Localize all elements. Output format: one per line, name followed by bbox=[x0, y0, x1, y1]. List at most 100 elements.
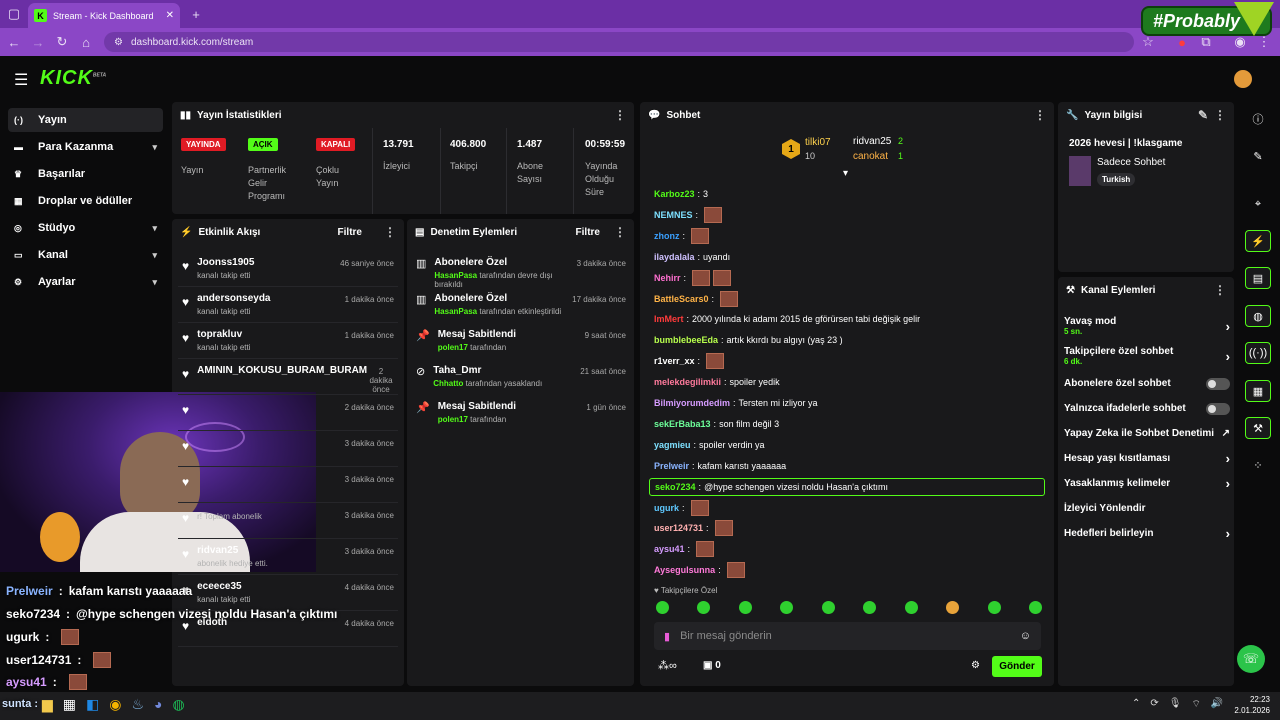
chat-message[interactable]: Karboz23: 3 bbox=[654, 185, 708, 203]
chat-message[interactable]: aysu41: bbox=[654, 540, 715, 558]
chevron-right-icon[interactable]: › bbox=[1226, 349, 1230, 364]
chat-username[interactable]: Karboz23 bbox=[654, 189, 695, 199]
folder-app-icon[interactable]: ▆ bbox=[42, 696, 53, 713]
channel-points-icon[interactable]: ⁂∞ bbox=[658, 659, 677, 672]
extension-red-icon[interactable]: ● bbox=[1174, 34, 1190, 50]
back-icon[interactable]: ← bbox=[6, 34, 22, 50]
tray-chevron-icon[interactable]: ⌃ bbox=[1132, 698, 1140, 711]
activity-row[interactable]: ♥ toprakluv kanalı takip etti 1 dakika ö… bbox=[178, 323, 398, 359]
chat-message[interactable]: Prelweir: kafam karıstı yaaaaaa bbox=[654, 457, 786, 475]
moderation-row[interactable]: 📌 Mesaj Sabitlendi polen17 tarafından 1 … bbox=[412, 395, 630, 431]
chat-username[interactable]: sekErBaba13 bbox=[654, 419, 711, 429]
tab-list-icon[interactable]: ▢ bbox=[6, 6, 22, 22]
activity-row[interactable]: ♥ AMININ_KOKUSU_BURAM_BURAM 2 dakika önc… bbox=[178, 359, 398, 395]
sidebar-item-2[interactable]: ♛ Başarılar bbox=[8, 162, 163, 186]
chat-message[interactable]: Aysegulsunna: bbox=[654, 561, 745, 579]
activity-menu-icon[interactable]: ⋮ bbox=[384, 225, 396, 239]
channel-action-1[interactable]: Takipçilere özel sohbet 6 dk. › bbox=[1064, 342, 1230, 370]
channel-action-3[interactable]: Yalnızca ifadelerle sohbet bbox=[1064, 397, 1230, 420]
channel-action-2[interactable]: Abonelere özel sohbet bbox=[1064, 372, 1230, 395]
chevron-right-icon[interactable]: › bbox=[1226, 476, 1230, 491]
channel-action-7[interactable]: İzleyici Yönlendir bbox=[1064, 497, 1230, 520]
tag-pill[interactable]: Turkish bbox=[1097, 173, 1136, 186]
edit-pencil-icon[interactable]: ✎ bbox=[1198, 108, 1208, 122]
activity-row[interactable]: ♥ 3 dakika önce bbox=[178, 431, 398, 467]
chat-username[interactable]: Prelweir bbox=[654, 461, 689, 471]
chat-icon[interactable]: ◍ bbox=[1245, 305, 1271, 327]
sidebar-item-5[interactable]: ▭ Kanal ▾ bbox=[8, 243, 163, 267]
chat-username[interactable]: seko7234 bbox=[655, 482, 696, 492]
channel-action-0[interactable]: Yavaş mod 5 sn. › bbox=[1064, 312, 1230, 340]
browser-tab[interactable]: K Stream - Kick Dashboard ✕ bbox=[28, 3, 180, 28]
chat-message[interactable]: melekdegilimkii: spoiler yedik bbox=[654, 373, 780, 391]
moderator-name[interactable]: polen17 bbox=[438, 343, 468, 352]
chat-message[interactable]: seko7234: @hype schengen vizesi noldu Ha… bbox=[649, 477, 1045, 496]
activity-user[interactable]: andersonseyda bbox=[197, 293, 337, 304]
chat-username[interactable]: Bilmiyorumdedim bbox=[654, 398, 730, 408]
outlook-app-icon[interactable]: ◧ bbox=[86, 696, 99, 713]
reload-icon[interactable]: ↻ bbox=[54, 34, 70, 50]
chat-username[interactable]: ilaydalala bbox=[654, 252, 695, 262]
new-tab-icon[interactable]: + bbox=[188, 6, 204, 22]
tray-sync-icon[interactable]: ⟳ bbox=[1150, 698, 1158, 711]
external-link-icon[interactable]: ↗ bbox=[1222, 428, 1230, 439]
chat-username[interactable]: NEMNES bbox=[654, 210, 693, 220]
chat-username[interactable]: user124731 bbox=[654, 523, 703, 533]
chevron-right-icon[interactable]: › bbox=[1226, 451, 1230, 466]
top-gifter-1-name[interactable]: tilki07 bbox=[805, 137, 831, 148]
tab-close-icon[interactable]: ✕ bbox=[166, 10, 174, 21]
hamburger-menu-icon[interactable]: ☰ bbox=[14, 70, 28, 90]
activity-user[interactable]: AMININ_KOKUSU_BURAM_BURAM bbox=[197, 365, 367, 376]
user-avatar[interactable] bbox=[1234, 70, 1252, 88]
bookmark-star-icon[interactable]: ☆ bbox=[1140, 34, 1156, 50]
moderator-name[interactable]: Chhatto bbox=[433, 379, 463, 388]
dots-icon[interactable]: ⁘ bbox=[1245, 454, 1271, 476]
chat-username[interactable]: ImMert bbox=[654, 314, 684, 324]
moderation-filter-button[interactable]: Filtre bbox=[576, 227, 600, 238]
activity-row[interactable]: ♥ ridvan25 abonelik hediye etti. 3 dakik… bbox=[178, 539, 398, 575]
chat-username[interactable]: zhonz bbox=[654, 231, 680, 241]
moderation-row[interactable]: ▥ Abonelere Özel HasanPasa tarafından et… bbox=[412, 287, 630, 323]
activity-row[interactable]: ♥ andersonseyda kanalı takip etti 1 daki… bbox=[178, 287, 398, 323]
moderation-row[interactable]: ⊘ Taha_Dmr Chhatto tarafından yasaklandı… bbox=[412, 359, 630, 395]
channel-action-8[interactable]: Hedefleri belirleyin › bbox=[1064, 522, 1230, 545]
site-info-icon[interactable]: ⚙ bbox=[114, 37, 123, 48]
chat-username[interactable]: r1verr_xx bbox=[654, 356, 695, 366]
chat-input[interactable]: ▮ Bir mesaj gönderin ☺ bbox=[654, 622, 1041, 650]
chevron-down-icon[interactable]: ▾ bbox=[152, 142, 157, 153]
chat-message[interactable]: zhonz: bbox=[654, 227, 710, 245]
chevron-right-icon[interactable]: › bbox=[1226, 319, 1230, 334]
moderation-row[interactable]: ▥ Abonelere Özel HasanPasa tarafından de… bbox=[412, 251, 630, 289]
bolt-icon[interactable]: ⚡ bbox=[1245, 230, 1271, 252]
sidebar-item-1[interactable]: ▬ Para Kazanma ▾ bbox=[8, 135, 163, 159]
tray-mic-icon[interactable]: 🎙 bbox=[1169, 698, 1182, 711]
discord-app-icon[interactable]: ◕ bbox=[154, 696, 162, 713]
toggle-switch[interactable] bbox=[1206, 402, 1230, 415]
spotify-app-icon[interactable]: ◍ bbox=[173, 696, 185, 713]
tray-volume-icon[interactable]: 🔊 bbox=[1211, 698, 1223, 711]
chat-username[interactable]: bumblebeeEda bbox=[654, 335, 718, 345]
stats-menu-icon[interactable]: ⋮ bbox=[614, 108, 626, 122]
activity-user[interactable]: toprakluv bbox=[197, 329, 337, 340]
home-icon[interactable]: ⌂ bbox=[78, 34, 94, 50]
chat-message[interactable]: bumblebeeEda: artık kkırdı bu algıyı (ya… bbox=[654, 331, 843, 349]
scan-icon[interactable]: ⌖ bbox=[1245, 193, 1271, 215]
sidebar-item-4[interactable]: ◎ Stüdyo ▾ bbox=[8, 216, 163, 240]
chat-message[interactable]: Bilmiyorumdedim: Tersten mi izliyor ya bbox=[654, 394, 818, 412]
moderation-row[interactable]: 📌 Mesaj Sabitlendi polen17 tarafından 9 … bbox=[412, 323, 630, 359]
chat-username[interactable]: BattleScars0 bbox=[654, 294, 709, 304]
top-gifter-3-name[interactable]: canokat bbox=[853, 151, 888, 162]
steam-app-icon[interactable]: ♨ bbox=[131, 696, 144, 713]
sidebar-item-6[interactable]: ⚙ Ayarlar ▾ bbox=[8, 270, 163, 294]
pencil-icon[interactable]: ✎ bbox=[1245, 145, 1271, 167]
chat-message[interactable]: ugurk: bbox=[654, 499, 709, 517]
chat-username[interactable]: ugurk bbox=[654, 503, 679, 513]
chevron-down-icon[interactable]: ▾ bbox=[152, 250, 157, 261]
chat-message[interactable]: user124731: bbox=[654, 519, 733, 537]
store-app-icon[interactable]: ▦ bbox=[63, 696, 76, 713]
url-field[interactable]: ⚙ dashboard.kick.com/stream bbox=[104, 32, 1134, 52]
chat-username[interactable]: Aysegulsunna bbox=[654, 565, 715, 575]
expand-gifters-icon[interactable]: ▾ bbox=[843, 168, 848, 179]
moderator-name[interactable]: HasanPasa bbox=[434, 271, 477, 280]
chat-message[interactable]: NEMNES: bbox=[654, 206, 723, 224]
